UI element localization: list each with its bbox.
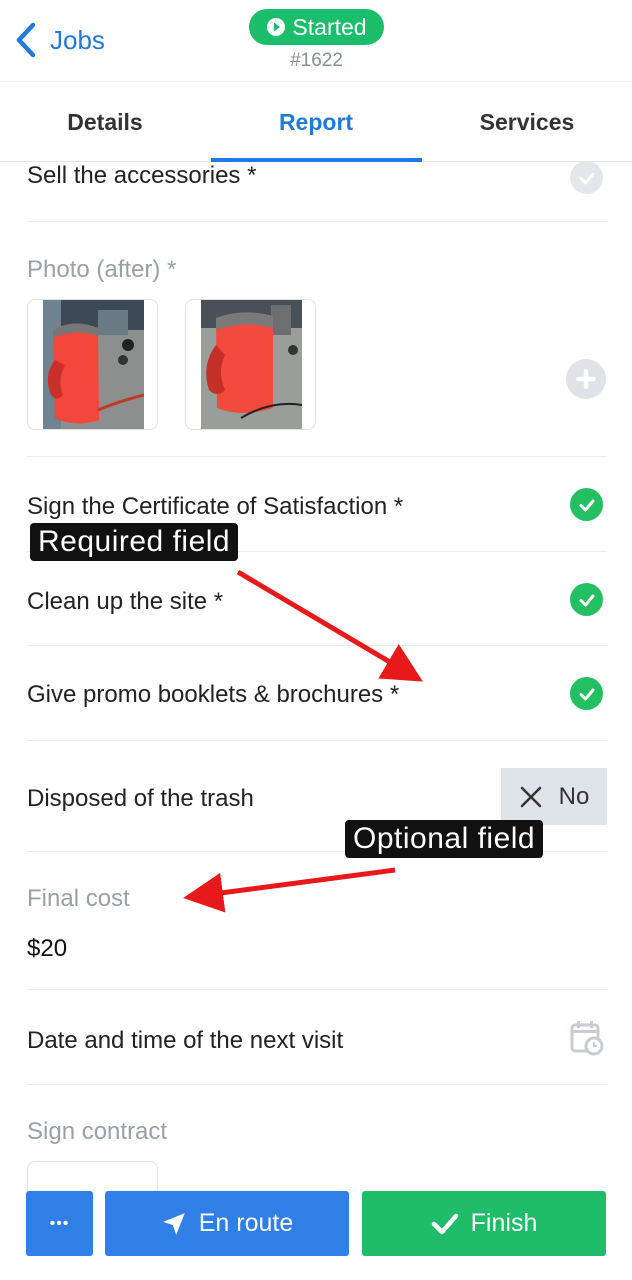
- checklist-item-clean-site[interactable]: Clean up the site *: [27, 552, 607, 646]
- photo-image: [201, 300, 302, 429]
- finish-button[interactable]: Finish: [362, 1191, 606, 1256]
- required-field-callout: Required field: [30, 523, 239, 561]
- close-icon: [520, 786, 541, 807]
- tab-report[interactable]: Report: [211, 82, 421, 162]
- play-circle-icon: [267, 18, 286, 36]
- field-label: Date and time of the next visit: [27, 1027, 344, 1054]
- final-cost-field[interactable]: Final cost $20: [27, 852, 607, 990]
- check-circle-icon[interactable]: [570, 488, 603, 521]
- finish-label: Finish: [470, 1209, 538, 1237]
- en-route-button[interactable]: En route: [105, 1191, 349, 1256]
- more-dots-icon: •••: [49, 1214, 70, 1232]
- more-button[interactable]: •••: [26, 1191, 93, 1256]
- field-label: Final cost: [27, 885, 130, 912]
- plus-icon: [576, 369, 596, 389]
- yes-no-toggle[interactable]: No: [501, 768, 607, 825]
- calendar-clock-icon[interactable]: [570, 1020, 604, 1056]
- tab-details[interactable]: Details: [0, 82, 210, 162]
- photo-thumbnail[interactable]: [27, 299, 158, 430]
- photo-after-section: Photo (after) *: [27, 222, 607, 457]
- check-circle-icon[interactable]: [570, 583, 603, 616]
- job-number: #1622: [290, 50, 343, 71]
- back-label: Jobs: [50, 24, 105, 55]
- check-circle-icon[interactable]: [570, 162, 603, 194]
- final-cost-value[interactable]: $20: [27, 935, 67, 963]
- item-label: Give promo booklets & brochures *: [27, 681, 400, 708]
- item-label: Disposed of the trash: [27, 785, 254, 812]
- photo-image: [43, 300, 144, 429]
- app-header: Jobs Started #1622: [0, 0, 632, 82]
- report-form: Sell the accessories * Photo (after) * S…: [0, 162, 632, 1280]
- back-button[interactable]: Jobs: [14, 22, 105, 58]
- optional-field-callout: Optional field: [345, 820, 544, 858]
- tab-bar: Details Report Services: [0, 82, 632, 162]
- checkmark-icon: [431, 1213, 458, 1234]
- en-route-label: En route: [198, 1209, 294, 1237]
- toggle-label: No: [558, 782, 590, 810]
- check-circle-icon[interactable]: [570, 677, 603, 710]
- status-label: Started: [292, 13, 367, 40]
- chevron-left-icon: [16, 22, 36, 58]
- checklist-item-sell-accessories[interactable]: Sell the accessories *: [27, 162, 607, 222]
- item-label: Sell the accessories *: [27, 162, 257, 189]
- checklist-item-promo-booklets[interactable]: Give promo booklets & brochures *: [27, 646, 607, 741]
- section-label: Sign contract: [27, 1118, 168, 1145]
- status-badge[interactable]: Started: [249, 9, 384, 45]
- tab-services[interactable]: Services: [422, 82, 632, 162]
- photo-thumbnail[interactable]: [185, 299, 316, 430]
- action-bar: ••• En route Finish: [0, 1180, 632, 1280]
- item-label: Clean up the site *: [27, 588, 224, 615]
- item-label: Sign the Certificate of Satisfaction *: [27, 493, 404, 520]
- next-visit-field[interactable]: Date and time of the next visit: [27, 990, 607, 1085]
- section-label: Photo (after) *: [27, 256, 177, 283]
- add-photo-button[interactable]: [566, 359, 606, 399]
- navigation-arrow-icon: [162, 1212, 185, 1235]
